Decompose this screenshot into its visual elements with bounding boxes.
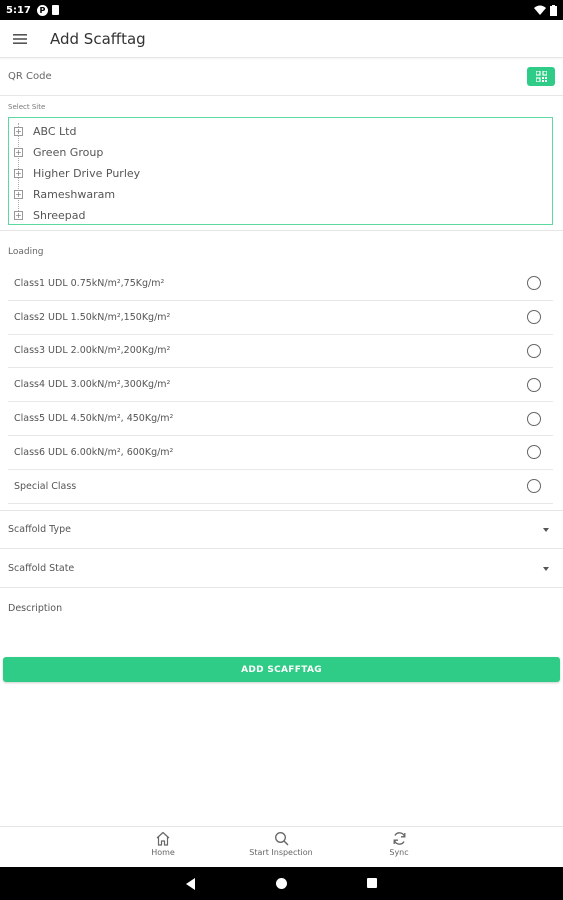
radio-button[interactable] bbox=[527, 479, 541, 494]
loading-option[interactable]: Class5 UDL 4.50kN/m², 450Kg/m² bbox=[8, 402, 553, 436]
qr-code-row: QR Code bbox=[0, 58, 563, 96]
radio-button[interactable] bbox=[527, 276, 541, 291]
site-tree-item[interactable]: + Higher Drive Purley bbox=[9, 163, 552, 184]
system-navigation-bar bbox=[0, 867, 563, 900]
loading-option-label: Class3 UDL 2.00kN/m²,200Kg/m² bbox=[14, 345, 171, 357]
radio-button[interactable] bbox=[527, 310, 541, 325]
bottom-navigation: Home Start Inspection Sync bbox=[0, 826, 563, 867]
qr-code-icon bbox=[535, 71, 547, 82]
site-tree-item[interactable]: + Rameshwaram bbox=[9, 184, 552, 205]
description-field[interactable]: Description bbox=[0, 590, 563, 650]
qr-code-label: QR Code bbox=[8, 71, 52, 82]
site-tree-item[interactable]: + Shreepad bbox=[9, 205, 552, 226]
menu-icon[interactable] bbox=[0, 20, 40, 58]
loading-option[interactable]: Class6 UDL 6.00kN/m², 600Kg/m² bbox=[8, 436, 553, 470]
nav-item-label: Home bbox=[151, 848, 175, 857]
select-site-label: Select Site bbox=[8, 103, 46, 111]
status-bar: 5:17 P bbox=[0, 0, 563, 20]
expand-icon[interactable]: + bbox=[14, 148, 23, 157]
radio-button[interactable] bbox=[527, 377, 541, 392]
loading-option-label: Class4 UDL 3.00kN/m²,300Kg/m² bbox=[14, 379, 171, 391]
sync-icon bbox=[393, 832, 405, 845]
recents-icon[interactable] bbox=[367, 878, 377, 888]
expand-icon[interactable]: + bbox=[14, 169, 23, 178]
scaffold-state-label: Scaffold State bbox=[8, 563, 75, 574]
site-name: Shreepad bbox=[33, 209, 86, 222]
site-name: Higher Drive Purley bbox=[33, 167, 141, 180]
loading-option[interactable]: Special Class bbox=[8, 470, 553, 504]
loading-option[interactable]: Class2 UDL 1.50kN/m²,150Kg/m² bbox=[8, 301, 553, 335]
loading-option[interactable]: Class3 UDL 2.00kN/m²,200Kg/m² bbox=[8, 335, 553, 369]
home-icon bbox=[156, 831, 170, 846]
caret-down-icon bbox=[543, 527, 549, 532]
expand-icon[interactable]: + bbox=[14, 190, 23, 199]
expand-icon[interactable]: + bbox=[14, 211, 23, 220]
radio-button[interactable] bbox=[527, 445, 541, 460]
loading-option-label: Class5 UDL 4.50kN/m², 450Kg/m² bbox=[14, 413, 174, 425]
scaffold-state-dropdown[interactable]: Scaffold State bbox=[0, 550, 563, 588]
nav-item-sync[interactable]: Sync bbox=[354, 831, 444, 857]
loading-radio-group: Class1 UDL 0.75kN/m²,75Kg/m² Class2 UDL … bbox=[8, 267, 553, 504]
loading-option[interactable]: Class1 UDL 0.75kN/m²,75Kg/m² bbox=[8, 267, 553, 301]
divider bbox=[0, 230, 563, 231]
radio-button[interactable] bbox=[527, 343, 541, 358]
site-tree-item[interactable]: + ABC Ltd bbox=[9, 121, 552, 142]
caret-down-icon bbox=[543, 566, 549, 571]
app-bar: Add Scafftag bbox=[0, 20, 563, 58]
status-time: 5:17 bbox=[6, 4, 31, 16]
loading-option-label: Class6 UDL 6.00kN/m², 600Kg/m² bbox=[14, 446, 174, 458]
nav-item-start-inspection[interactable]: Start Inspection bbox=[236, 831, 326, 857]
page-title: Add Scafftag bbox=[50, 29, 146, 48]
nav-item-label: Sync bbox=[389, 848, 409, 857]
loading-option[interactable]: Class4 UDL 3.00kN/m²,300Kg/m² bbox=[8, 368, 553, 403]
expand-icon[interactable]: + bbox=[14, 127, 23, 136]
home-button-icon[interactable] bbox=[276, 878, 287, 889]
site-name: Rameshwaram bbox=[33, 188, 116, 201]
add-scafftag-button[interactable]: ADD SCAFFTAG bbox=[3, 657, 560, 682]
battery-icon bbox=[550, 4, 557, 16]
loading-option-label: Class1 UDL 0.75kN/m²,75Kg/m² bbox=[14, 277, 165, 289]
radio-button[interactable] bbox=[527, 411, 541, 426]
site-tree: + ABC Ltd + Green Group + Higher Drive P… bbox=[8, 117, 553, 225]
scaffold-type-dropdown[interactable]: Scaffold Type bbox=[0, 511, 563, 549]
loading-option-label: Special Class bbox=[14, 480, 77, 492]
sd-card-icon bbox=[51, 5, 59, 15]
qr-scan-button[interactable] bbox=[527, 67, 555, 86]
description-placeholder: Description bbox=[8, 603, 63, 614]
site-name: ABC Ltd bbox=[33, 125, 77, 138]
wifi-icon bbox=[534, 5, 546, 15]
site-tree-item[interactable]: + Green Group bbox=[9, 142, 552, 163]
back-icon[interactable] bbox=[186, 878, 195, 890]
nav-item-home[interactable]: Home bbox=[118, 831, 208, 857]
scaffold-type-label: Scaffold Type bbox=[8, 524, 71, 535]
site-name: Green Group bbox=[33, 146, 104, 159]
nav-item-label: Start Inspection bbox=[249, 848, 313, 857]
loading-label: Loading bbox=[8, 247, 44, 257]
loading-option-label: Class2 UDL 1.50kN/m²,150Kg/m² bbox=[14, 311, 171, 323]
app-notification-icon: P bbox=[36, 4, 48, 16]
search-icon bbox=[274, 832, 288, 846]
